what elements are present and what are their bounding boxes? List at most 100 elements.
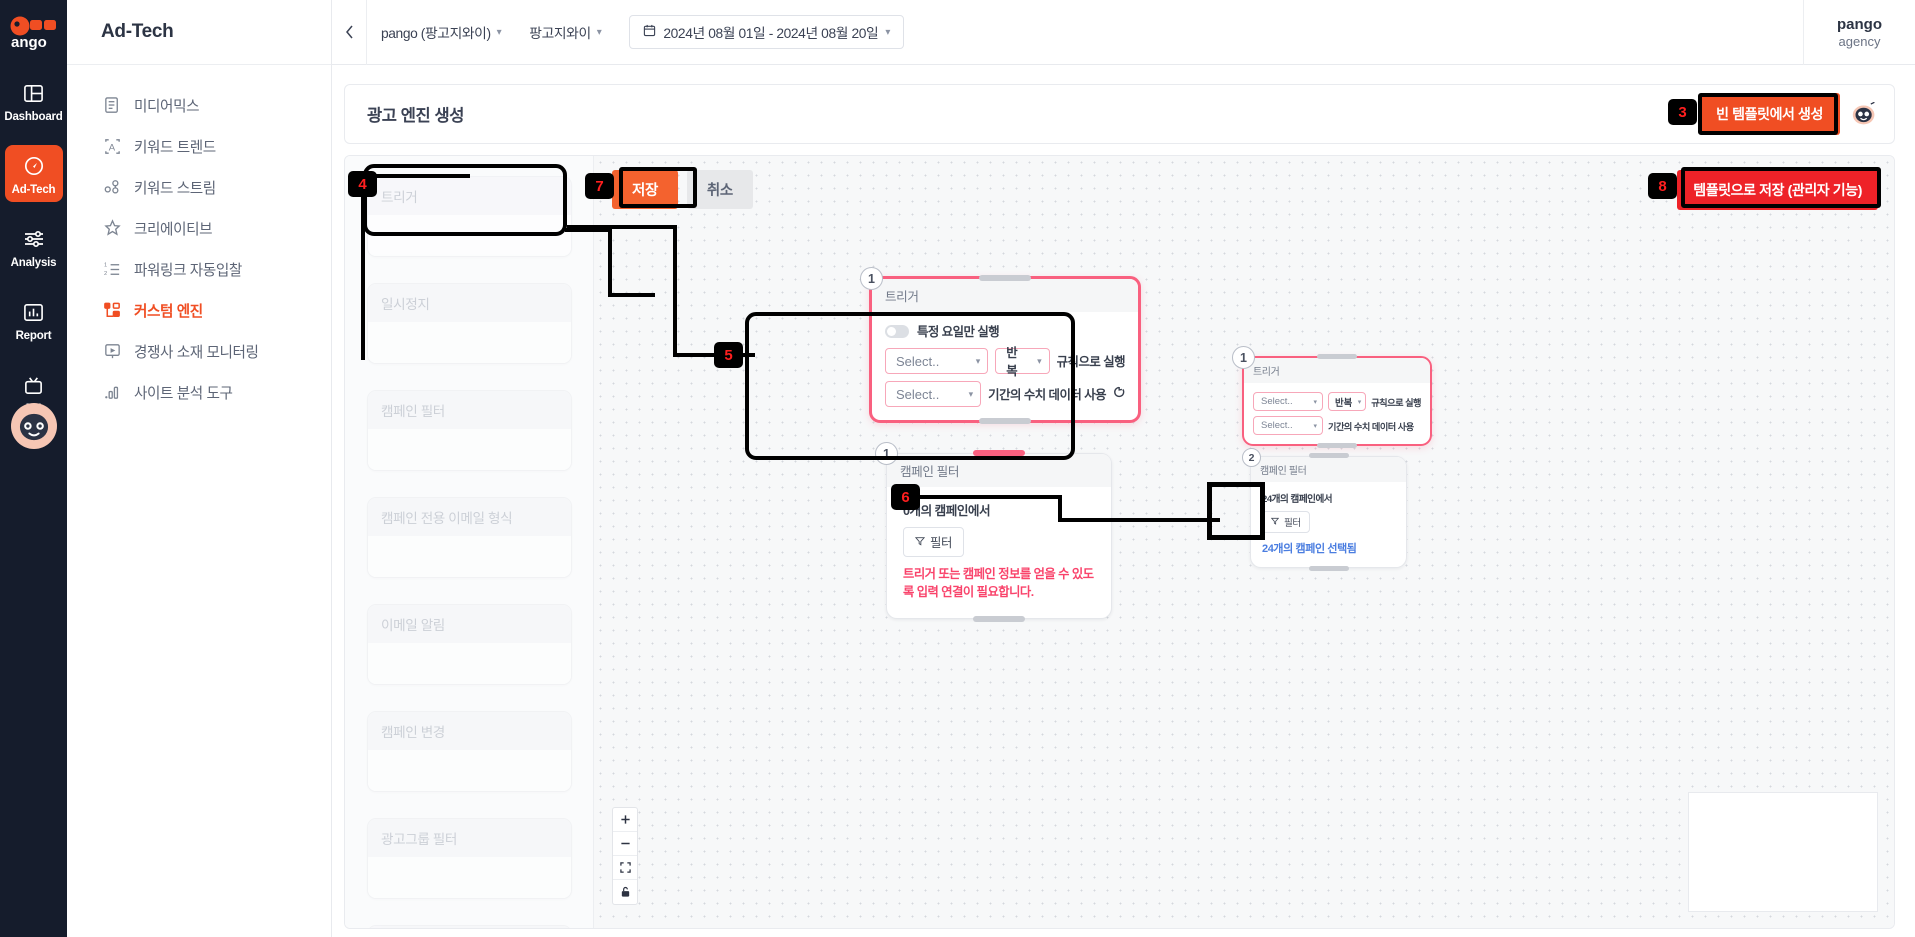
sidebar-item-creative[interactable]: 크리에이티브 bbox=[67, 208, 331, 249]
canvas-node-trigger-secondary[interactable]: 1 트리거 Select.. ▾ 반복 ▾ 규칙으로 실행 Select.. ▾… bbox=[1232, 346, 1432, 448]
flow-canvas[interactable]: 저장 취소 템플릿으로 저장 (관리자 기능) 1 트리거 특정 요일만 실행 … bbox=[594, 156, 1894, 928]
filter-button[interactable]: 필터 bbox=[1262, 511, 1310, 533]
sidebar-item-label: 커스텀 엔진 bbox=[134, 304, 203, 320]
weekday-only-toggle[interactable]: 특정 요일만 실행 bbox=[885, 322, 1125, 340]
sidebar-item-label: 경쟁사 소재 모니터링 bbox=[134, 345, 259, 361]
funnel-icon bbox=[914, 535, 926, 549]
account-select[interactable]: pango (팡고지와이) ▾ bbox=[367, 22, 515, 42]
palette-node-label: 일시정지 bbox=[368, 284, 571, 322]
trigger-period-text: 기간의 수치 데이터 사용 bbox=[1328, 421, 1414, 432]
keyword-stream-icon bbox=[101, 177, 123, 199]
trigger-select-2[interactable]: Select.. ▾ bbox=[1253, 416, 1323, 435]
palette-node-email-alert[interactable]: 이메일 알림 bbox=[367, 604, 572, 685]
trigger-repeat-select[interactable]: 반복 ▾ bbox=[995, 346, 1050, 378]
svg-text:A: A bbox=[108, 142, 115, 153]
palette-node-label: 캠페인 변경 bbox=[368, 712, 571, 750]
page-header: 광고 엔진 생성 빈 템플릿에서 생성 bbox=[344, 84, 1895, 144]
palette-node-campaign-email-format[interactable]: 캠페인 전용 이메일 형식 bbox=[367, 497, 572, 578]
refresh-icon[interactable] bbox=[1113, 385, 1125, 403]
node-handle-top[interactable] bbox=[1317, 354, 1357, 359]
lock-icon[interactable] bbox=[613, 880, 637, 904]
save-button[interactable]: 저장 bbox=[612, 170, 678, 209]
chevron-left-icon[interactable] bbox=[332, 0, 366, 65]
svg-text:2: 2 bbox=[103, 271, 106, 277]
sidebar-nav: 미디어믹스 A 키워드 트렌드 키워드 스트림 크리에이티브 1 2 파워링크 … bbox=[67, 65, 331, 413]
node-handle-bottom[interactable] bbox=[1308, 566, 1349, 571]
cancel-button[interactable]: 취소 bbox=[686, 170, 753, 209]
fit-view-icon[interactable] bbox=[613, 856, 637, 880]
palette-node-campaign-change[interactable]: 캠페인 변경 bbox=[367, 711, 572, 792]
rail-item-dashboard[interactable]: Dashboard bbox=[4, 72, 63, 129]
svg-text:ango: ango bbox=[11, 34, 47, 51]
node-handle-bottom[interactable] bbox=[979, 418, 1031, 424]
node-handle-top[interactable] bbox=[973, 450, 1025, 456]
date-range-picker[interactable]: 2024년 08월 01일 - 2024년 08월 20일 ▾ bbox=[629, 15, 904, 49]
node-handle-bottom[interactable] bbox=[973, 615, 1025, 622]
ordered-list-icon: 1 2 bbox=[101, 259, 123, 281]
create-from-blank-template-button[interactable]: 빈 템플릿에서 생성 bbox=[1699, 93, 1840, 135]
minus-icon[interactable] bbox=[613, 832, 637, 856]
node-handle-bottom[interactable] bbox=[1317, 443, 1357, 448]
weekday-only-label: 특정 요일만 실행 bbox=[917, 325, 1000, 339]
trigger-select-2[interactable]: Select.. ▾ bbox=[885, 381, 982, 407]
custom-engine-icon bbox=[101, 300, 123, 322]
canvas-toolbar: 저장 취소 bbox=[612, 170, 753, 209]
sidebar-item-custom-engine[interactable]: 커스텀 엔진 bbox=[67, 290, 331, 331]
canvas-node-campaign-filter-secondary[interactable]: 2 캠페인 필터 24개의 캠페인에서 필터 24개의 캠페인 선택됨 bbox=[1242, 448, 1407, 571]
annotation-badge-5: 5 bbox=[714, 342, 743, 368]
trigger-rule-row: Select.. ▾ 반복 ▾ 규칙으로 실행 bbox=[885, 346, 1126, 378]
template-save-button[interactable]: 템플릿으로 저장 (관리자 기능) bbox=[1677, 170, 1878, 210]
palette-node-body bbox=[368, 429, 571, 470]
sidebar-item-powerlink-autobid[interactable]: 1 2 파워링크 자동입찰 bbox=[67, 249, 331, 290]
canvas-minimap[interactable] bbox=[1688, 792, 1878, 912]
sidebar-item-label: 사이트 분석 도구 bbox=[134, 386, 233, 402]
node-title: 캠페인 필터 bbox=[887, 454, 1111, 487]
account-badge[interactable]: pango agency bbox=[1803, 0, 1915, 65]
chevron-down-icon: ▾ bbox=[1357, 398, 1362, 406]
trigger-select-1[interactable]: Select.. ▾ bbox=[885, 348, 989, 374]
trigger-repeat-select[interactable]: 반복 ▾ bbox=[1327, 392, 1367, 411]
rail-item-analysis[interactable]: Analysis bbox=[5, 218, 63, 275]
rail-item-adtech[interactable]: Ad-Tech bbox=[4, 145, 63, 202]
pango-logo[interactable]: ango bbox=[6, 12, 62, 56]
node-body: 특정 요일만 실행 Select.. ▾ 반복 ▾ 규칙으로 실행 Select… bbox=[872, 312, 1138, 420]
node-badge: 1 bbox=[875, 442, 898, 465]
node-handle-top[interactable] bbox=[979, 275, 1031, 281]
palette-node-campaign-filter[interactable]: 캠페인 필터 bbox=[367, 390, 572, 471]
plus-icon[interactable] bbox=[613, 808, 637, 832]
sidebar-item-keyword-trend[interactable]: A 키워드 트렌드 bbox=[67, 126, 331, 167]
advertiser-select[interactable]: 팡고지와이 ▾ bbox=[515, 22, 615, 42]
filter-button[interactable]: 필터 bbox=[903, 527, 964, 557]
palette-node-label: 캠페인 전용 이메일 형식 bbox=[368, 498, 571, 536]
rail-item-report[interactable]: Report bbox=[5, 291, 63, 348]
toggle-switch[interactable] bbox=[885, 324, 909, 338]
robot-icon[interactable] bbox=[1850, 100, 1878, 128]
sidebar-item-site-analytics[interactable]: 사이트 분석 도구 bbox=[67, 372, 331, 413]
canvas-node-trigger-main[interactable]: 1 트리거 특정 요일만 실행 Select.. ▾ 반복 ▾ 규칙으로 실행 … bbox=[860, 267, 1141, 424]
annotation-badge-8: 8 bbox=[1648, 173, 1677, 199]
trigger-select-1[interactable]: Select.. ▾ bbox=[1253, 392, 1323, 411]
palette-node-adgroup-query-filter[interactable]: 광고그룹 검색어 필터 bbox=[367, 925, 572, 928]
trigger-period-row: Select.. ▾ 기간의 수치 데이터 사용 bbox=[1253, 416, 1421, 435]
sidebar-item-media-mix[interactable]: 미디어믹스 bbox=[67, 85, 331, 126]
trigger-period-text: 기간의 수치 데이터 사용 bbox=[988, 388, 1106, 402]
sidebar-item-keyword-stream[interactable]: 키워드 스트림 bbox=[67, 167, 331, 208]
annotation-badge-7: 7 bbox=[585, 173, 614, 199]
node-handle-top[interactable] bbox=[1308, 453, 1349, 458]
filter-button-label: 필터 bbox=[1284, 518, 1301, 529]
trigger-select-1-value: Select.. bbox=[896, 353, 940, 369]
robot-avatar-icon[interactable] bbox=[10, 403, 57, 449]
sidebar-item-label: 파워링크 자동입찰 bbox=[134, 263, 242, 279]
site-analytics-icon bbox=[101, 382, 123, 404]
node-title: 트리거 bbox=[1244, 358, 1430, 383]
primary-nav-rail: ango Dashboard Ad-Tech Analysis Report bbox=[0, 0, 67, 937]
canvas-node-campaign-filter-main[interactable]: 1 캠페인 필터 0개의 캠페인에서 필터 트리거 또는 캠페인 정보를 얻을 … bbox=[875, 442, 1112, 622]
node-palette: 트리거 일시정지 캠페인 필터 캠페인 전용 이메일 형식 이메일 알림 캠페인… bbox=[345, 156, 594, 928]
palette-node-pause[interactable]: 일시정지 bbox=[367, 283, 572, 364]
svg-text:1: 1 bbox=[103, 263, 106, 269]
palette-node-adgroup-filter[interactable]: 광고그룹 필터 bbox=[367, 818, 572, 899]
sidebar-item-competitor-monitoring[interactable]: 경쟁사 소재 모니터링 bbox=[67, 331, 331, 372]
rail-item-label: Report bbox=[15, 330, 52, 342]
palette-node-trigger[interactable]: 트리거 bbox=[367, 176, 572, 257]
keyword-trend-icon: A bbox=[101, 136, 123, 158]
